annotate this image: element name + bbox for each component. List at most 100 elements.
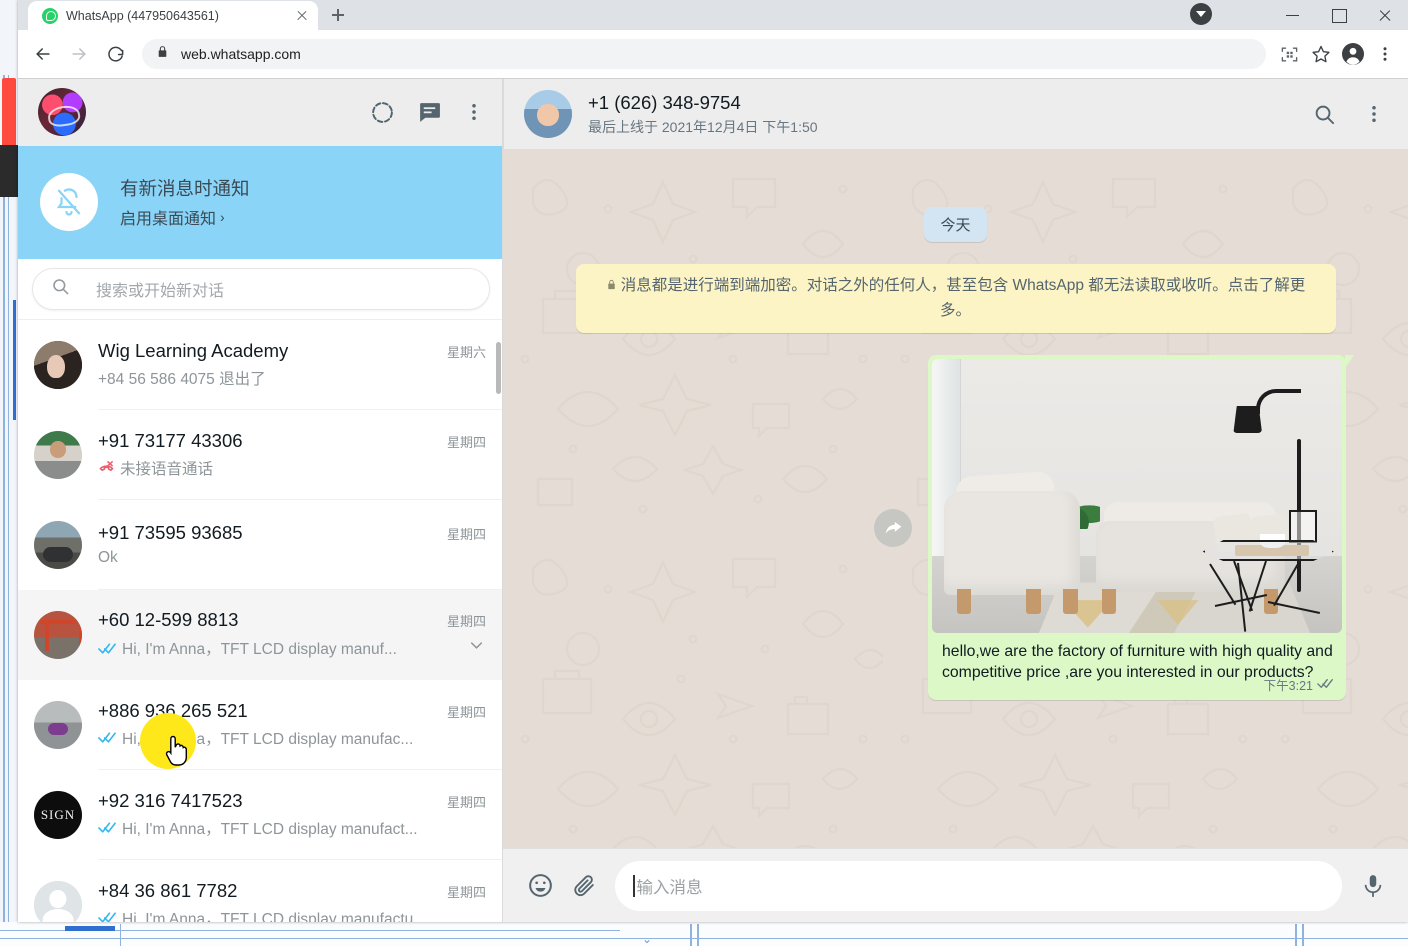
avatar (34, 610, 82, 659)
window-close-button[interactable] (1362, 0, 1408, 30)
background-window-dark-block (0, 145, 18, 197)
chevron-down-icon[interactable] (467, 636, 486, 660)
browser-tab-whatsapp[interactable]: WhatsApp (447950643561) (28, 1, 318, 30)
background-window-chevron-icon: ⌄ (641, 932, 653, 946)
conversation-pane: +1 (626) 348-9754 最后上线于 2021年12月4日 下午1:5… (503, 79, 1408, 922)
message-composer: 输入消息 (503, 848, 1408, 922)
chat-time: 星期四 (446, 526, 486, 542)
browser-toolbar: web.whatsapp.com (18, 30, 1408, 78)
list-item[interactable]: +91 73177 43306 星期四 未接语音通话 (18, 410, 502, 500)
living-room-furniture-photo[interactable] (932, 359, 1342, 634)
chat-time: 星期四 (446, 614, 486, 630)
notification-banner-texts: 有新消息时通知 启用桌面通知 › (120, 175, 250, 229)
new-chat-icon[interactable] (417, 100, 442, 125)
encryption-notice[interactable]: 消息都是进行端到端加密。对话之外的任何人，甚至包含 WhatsApp 都无法读取… (575, 264, 1336, 334)
microphone-icon[interactable] (1360, 873, 1386, 899)
avatar: SIGN (34, 790, 82, 839)
browser-tab-title: WhatsApp (447950643561) (66, 8, 219, 23)
scrollbar-thumb[interactable] (496, 341, 501, 394)
notification-banner-subtitle[interactable]: 启用桌面通知 › (120, 205, 250, 229)
browser-tab-strip: WhatsApp (447950643561) (18, 0, 1408, 30)
avatar[interactable] (524, 90, 572, 138)
background-window-line (13, 300, 16, 420)
status-icon[interactable] (370, 100, 395, 125)
search-icon[interactable] (1313, 103, 1336, 126)
avatar-logo-text: SIGN (40, 806, 76, 822)
chat-preview: Hi, I'm Anna，TFT LCD display manufactu..… (122, 910, 427, 922)
list-item[interactable]: SIGN +92 316 7417523 星期四 Hi, I'm Anna，TF… (18, 770, 502, 860)
background-window-line (690, 924, 692, 946)
background-window-line (697, 924, 699, 946)
chat-name: +91 73595 93685 (98, 521, 243, 543)
address-bar[interactable]: web.whatsapp.com (142, 39, 1266, 69)
avatar (34, 880, 82, 922)
notification-banner-subtitle-label: 启用桌面通知 (120, 211, 217, 229)
message-bubble-outgoing[interactable]: hello,we are the factory of furniture wi… (928, 355, 1354, 701)
chat-list[interactable]: Wig Learning Academy 星期六 +84 56 586 4075… (18, 319, 502, 922)
conversation-header: +1 (626) 348-9754 最后上线于 2021年12月4日 下午1:5… (503, 79, 1408, 149)
background-window-line (1295, 924, 1297, 946)
conversation-header-actions (1313, 103, 1384, 126)
list-item[interactable]: +84 36 861 7782 星期四 Hi, I'm Anna，TFT LCD… (18, 860, 502, 922)
menu-icon[interactable] (464, 102, 484, 122)
message-input[interactable]: 输入消息 (615, 860, 1342, 911)
sidebar-header (18, 79, 502, 146)
date-divider-row: 今天 (565, 207, 1346, 242)
window-minimize-button[interactable] (1270, 0, 1316, 30)
read-receipt-icon (98, 642, 117, 655)
address-bar-url: web.whatsapp.com (181, 46, 301, 62)
avatar[interactable] (38, 88, 86, 137)
message-time: 下午3:21 (1263, 679, 1313, 694)
window-maximize-button[interactable] (1316, 0, 1362, 30)
conversation-header-meta[interactable]: +1 (626) 348-9754 最后上线于 2021年12月4日 下午1:5… (588, 92, 818, 137)
download-icon[interactable] (1190, 3, 1212, 25)
avatar (34, 520, 82, 569)
chrome-menu-icon[interactable] (1370, 39, 1400, 69)
message-row-outgoing: hello,we are the factory of furniture wi… (565, 355, 1354, 701)
search-input[interactable]: 搜索或开始新对话 (32, 267, 490, 310)
message-input-placeholder: 输入消息 (636, 878, 703, 897)
list-item[interactable]: +60 12-599 8813 星期四 Hi, I'm Anna，TFT LCD… (18, 589, 502, 680)
sidebar-header-actions (370, 100, 484, 125)
forward-icon[interactable] (62, 37, 96, 71)
list-item[interactable]: Wig Learning Academy 星期六 +84 56 586 4075… (18, 320, 502, 410)
background-window-line (3, 75, 5, 945)
reload-icon[interactable] (98, 37, 132, 71)
chat-name: +84 36 861 7782 (98, 879, 238, 901)
emoji-icon[interactable] (527, 872, 554, 899)
chat-time: 星期六 (446, 344, 486, 360)
menu-icon[interactable] (1364, 104, 1384, 124)
chat-name: +60 12-599 8813 (98, 609, 239, 631)
whatsapp-icon (42, 7, 58, 24)
read-receipt-icon (98, 731, 117, 744)
chat-preview: Hi, I'm Anna，TFT LCD display manufact... (122, 820, 418, 838)
chat-preview: +84 56 586 4075 退出了 (98, 370, 266, 388)
back-icon[interactable] (26, 37, 60, 71)
forward-icon[interactable] (874, 508, 912, 547)
encryption-notice-text: 消息都是进行端到端加密。对话之外的任何人，甚至包含 WhatsApp 都无法读取… (620, 277, 1306, 320)
chat-preview: Ok (98, 548, 118, 566)
chat-preview: 未接语音通话 (120, 460, 214, 478)
chat-time: 星期四 (446, 434, 486, 450)
text-caret (633, 874, 635, 897)
last-seen-status: 最后上线于 2021年12月4日 下午1:50 (588, 118, 818, 135)
search-icon (51, 277, 70, 301)
message-scroll-area[interactable]: 今天 消息都是进行端到端加密。对话之外的任何人，甚至包含 WhatsApp 都无… (503, 149, 1408, 848)
message-list: 今天 消息都是进行端到端加密。对话之外的任何人，甚至包含 WhatsApp 都无… (503, 149, 1408, 848)
bookmark-star-icon[interactable] (1306, 39, 1336, 69)
sidebar-search-container: 搜索或开始新对话 (18, 258, 502, 320)
qr-code-icon[interactable] (1274, 39, 1304, 69)
chat-list-scrollbar[interactable] (496, 320, 502, 922)
desktop-notification-banner[interactable]: 有新消息时通知 启用桌面通知 › (18, 145, 502, 259)
read-receipt-icon (1317, 678, 1334, 692)
chat-name: +886 936 265 521 (98, 699, 248, 721)
chat-name: +92 316 7417523 (98, 789, 243, 811)
close-icon[interactable] (292, 6, 312, 26)
chevron-right-icon: › (220, 209, 225, 226)
profile-icon[interactable] (1338, 39, 1368, 69)
list-item[interactable]: +886 936 265 521 星期四 Hi, I'm Anna，TFT LC… (18, 680, 502, 770)
new-tab-button[interactable] (324, 1, 352, 29)
paperclip-icon[interactable] (572, 873, 597, 898)
list-item[interactable]: +91 73595 93685 星期四 Ok (18, 500, 502, 590)
lock-icon (606, 275, 617, 299)
